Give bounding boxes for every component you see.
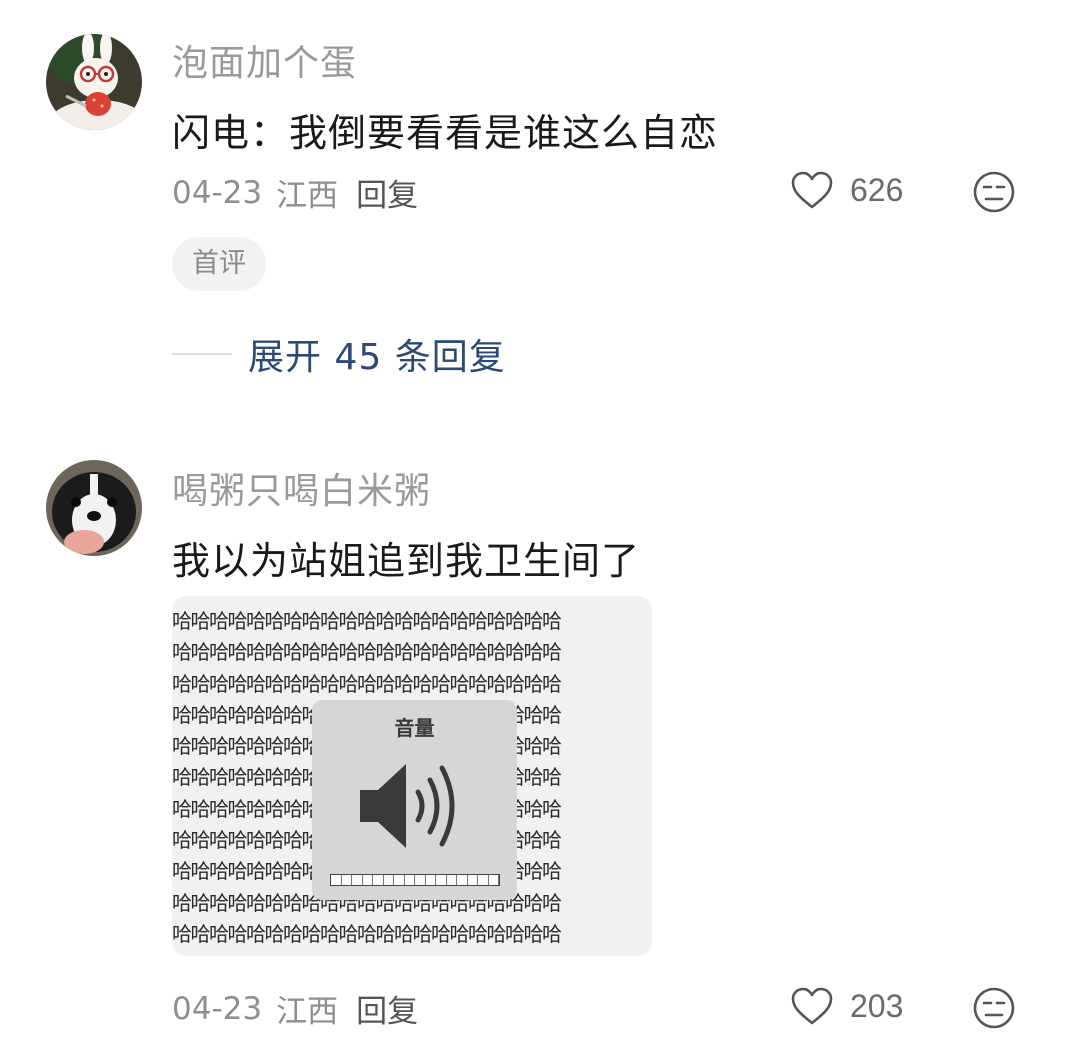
meme-text-row: 哈哈哈哈哈哈哈哈哈哈哈哈哈哈哈哈哈哈哈哈哈 <box>172 640 562 665</box>
meme-text-row: 哈哈哈哈哈哈哈哈哈哈哈哈哈哈哈哈哈哈哈哈哈 <box>172 609 562 633</box>
user-avatar[interactable] <box>46 460 142 556</box>
comment-text: 我以为站姐追到我卫生间了 <box>172 539 641 583</box>
neutral-face-icon <box>973 987 1015 1029</box>
volume-segment <box>478 875 489 885</box>
speaker-icon <box>360 764 455 848</box>
comment-location: 江西 <box>276 994 339 1030</box>
volume-hud: 音量 <box>312 700 517 900</box>
volume-segment <box>352 875 363 885</box>
meme-image[interactable]: 哈哈哈哈哈哈哈哈哈哈哈哈哈哈哈哈哈哈哈哈哈 哈哈哈哈哈哈哈哈哈哈哈哈哈哈哈哈哈哈哈… <box>172 596 652 956</box>
volume-segment <box>425 875 436 885</box>
comment-meta: 04-23 江西 回复 <box>172 986 418 1031</box>
comment-item: 喝粥只喝白米粥 我以为站姐追到我卫生间了 哈哈哈哈哈哈哈哈哈哈哈哈哈哈哈哈哈哈哈… <box>0 0 1080 1051</box>
volume-hud-title: 音量 <box>394 716 435 740</box>
reply-button[interactable]: 回复 <box>356 986 418 1031</box>
volume-segment <box>394 875 405 885</box>
volume-segment <box>457 875 468 885</box>
volume-level-bar <box>330 874 500 886</box>
heart-icon <box>791 987 833 1025</box>
volume-segment <box>446 875 457 885</box>
puppy-avatar-icon <box>46 460 142 556</box>
volume-segment <box>373 875 384 885</box>
comment-username[interactable]: 喝粥只喝白米粥 <box>172 462 431 514</box>
volume-segment <box>467 875 478 885</box>
volume-segment <box>415 875 426 885</box>
volume-segment <box>341 875 352 885</box>
volume-segment <box>362 875 373 885</box>
emoji-reaction-button[interactable] <box>972 986 1016 1030</box>
volume-segment <box>488 875 499 885</box>
volume-segment <box>383 875 394 885</box>
like-button[interactable]: 203 <box>790 986 903 1026</box>
meme-text-row: 哈哈哈哈哈哈哈哈哈哈哈哈哈哈哈哈哈哈哈哈哈 <box>172 921 562 946</box>
volume-segment <box>404 875 415 885</box>
comment-date: 04-23 <box>172 990 263 1027</box>
meme-text-row: 哈哈哈哈哈哈哈哈哈哈哈哈哈哈哈哈哈哈哈哈哈 <box>172 671 562 696</box>
like-count: 203 <box>850 987 904 1024</box>
volume-segment <box>436 875 447 885</box>
volume-segment <box>331 875 342 885</box>
